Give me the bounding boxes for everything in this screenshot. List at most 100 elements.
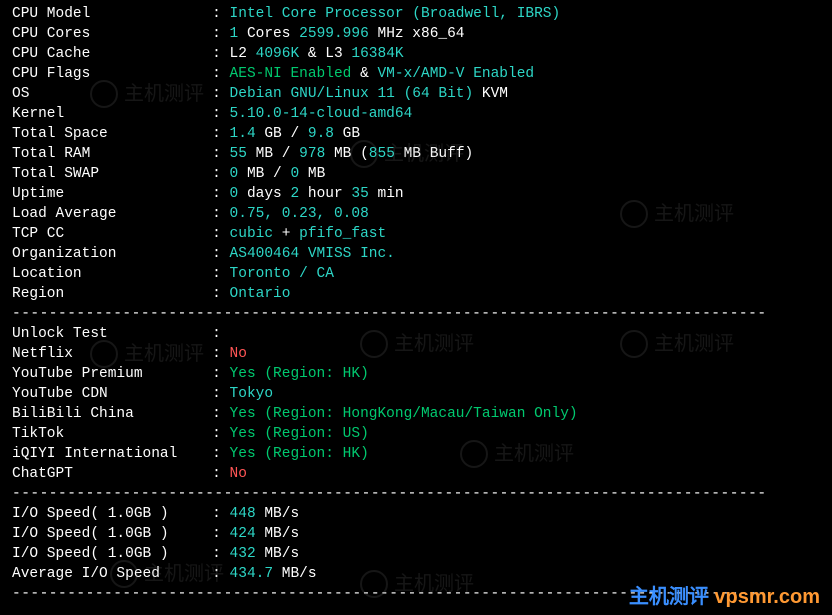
field-value: 0 (290, 164, 299, 184)
unlock-row: TikTok : Yes (Region: US) (12, 424, 820, 444)
field-value: 855 (369, 144, 395, 164)
field-value: GB (334, 124, 360, 144)
sysinfo-row: CPU Cores : 1 Cores 2599.996 MHz x86_64 (12, 24, 820, 44)
colon: : (212, 504, 229, 524)
field-value: Ontario (230, 284, 291, 304)
colon: : (212, 204, 229, 224)
field-value: Toronto / CA (230, 264, 334, 284)
field-value: AS400464 VMISS Inc. (230, 244, 395, 264)
field-value: 35 (351, 184, 368, 204)
field-label: TCP CC (12, 224, 212, 244)
field-value: MB Buff) (395, 144, 473, 164)
field-value: MB / (238, 164, 290, 184)
field-value: Cores (238, 24, 299, 44)
field-value: 16384K (351, 44, 403, 64)
field-value: 0.75, 0.23, 0.08 (230, 204, 369, 224)
field-value: MB/s (256, 504, 300, 524)
field-value: Yes (Region: HongKong/Macau/Taiwan Only) (230, 404, 578, 424)
field-value: MB/s (256, 544, 300, 564)
field-label: Region (12, 284, 212, 304)
unlock-row: Netflix : No (12, 344, 820, 364)
field-value: & (351, 64, 377, 84)
field-label: Uptime (12, 184, 212, 204)
field-label: CPU Cache (12, 44, 212, 64)
unlock-header-row: Unlock Test : (12, 324, 820, 344)
colon: : (212, 144, 229, 164)
field-value: AES-NI Enabled (230, 64, 352, 84)
colon: : (212, 184, 229, 204)
field-value: MB ( (325, 144, 369, 164)
colon: : (212, 404, 229, 424)
sysinfo-row: OS : Debian GNU/Linux 11 (64 Bit) KVM (12, 84, 820, 104)
colon: : (212, 324, 229, 344)
field-value: min (369, 184, 404, 204)
sysinfo-row: Total SWAP : 0 MB / 0 MB (12, 164, 820, 184)
colon: : (212, 104, 229, 124)
field-value: pfifo_fast (299, 224, 386, 244)
iospeed-row: I/O Speed( 1.0GB ) : 448 MB/s (12, 504, 820, 524)
field-label: iQIYI International (12, 444, 212, 464)
sysinfo-row: Region : Ontario (12, 284, 820, 304)
watermark-cn: 主机测评 (629, 586, 709, 608)
field-value: L2 (230, 44, 256, 64)
unlock-row: iQIYI International : Yes (Region: HK) (12, 444, 820, 464)
sysinfo-row: Total RAM : 55 MB / 978 MB (855 MB Buff) (12, 144, 820, 164)
field-value: hour (299, 184, 351, 204)
colon: : (212, 284, 229, 304)
field-value: 434.7 (230, 564, 274, 584)
field-value: cubic (230, 224, 274, 244)
colon: : (212, 64, 229, 84)
field-label: I/O Speed( 1.0GB ) (12, 524, 212, 544)
colon: : (212, 344, 229, 364)
field-value: Intel Core Processor (Broadwell, IBRS) (230, 4, 561, 24)
colon: : (212, 444, 229, 464)
watermark: 主机测评 vpsmr.com (629, 587, 820, 607)
field-value: No (230, 344, 247, 364)
field-value: KVM (473, 84, 508, 104)
field-label: Unlock Test (12, 324, 212, 344)
field-label: ChatGPT (12, 464, 212, 484)
field-value: 424 (230, 524, 256, 544)
sysinfo-row: Kernel : 5.10.0-14-cloud-amd64 (12, 104, 820, 124)
field-value: 432 (230, 544, 256, 564)
field-value: 0 (230, 164, 239, 184)
field-value: 55 (230, 144, 247, 164)
field-value: 978 (299, 144, 325, 164)
colon: : (212, 24, 229, 44)
field-value: GB / (256, 124, 308, 144)
field-label: Total Space (12, 124, 212, 144)
field-label: TikTok (12, 424, 212, 444)
field-label: YouTube Premium (12, 364, 212, 384)
field-value: 2599.996 (299, 24, 369, 44)
colon: : (212, 364, 229, 384)
field-value: 2 (290, 184, 299, 204)
section-divider: ----------------------------------------… (12, 484, 820, 504)
field-label: CPU Cores (12, 24, 212, 44)
field-label: Load Average (12, 204, 212, 224)
sysinfo-row: CPU Model : Intel Core Processor (Broadw… (12, 4, 820, 24)
field-value: No (230, 464, 247, 484)
field-value: 0 (230, 184, 239, 204)
colon: : (212, 524, 229, 544)
sysinfo-row: Organization : AS400464 VMISS Inc. (12, 244, 820, 264)
iospeed-row: Average I/O Speed : 434.7 MB/s (12, 564, 820, 584)
field-label: Organization (12, 244, 212, 264)
colon: : (212, 84, 229, 104)
sysinfo-row: Uptime : 0 days 2 hour 35 min (12, 184, 820, 204)
field-value: 9.8 (308, 124, 334, 144)
field-value: Tokyo (230, 384, 274, 404)
field-value: MB (299, 164, 325, 184)
field-value: MHz x86_64 (369, 24, 465, 44)
field-label: Location (12, 264, 212, 284)
section-divider: ----------------------------------------… (12, 304, 820, 324)
colon: : (212, 464, 229, 484)
colon: : (212, 224, 229, 244)
field-value: 1 (230, 24, 239, 44)
field-label: Total SWAP (12, 164, 212, 184)
unlock-row: ChatGPT : No (12, 464, 820, 484)
field-label: Average I/O Speed (12, 564, 212, 584)
field-value: 4096K (256, 44, 300, 64)
field-label: I/O Speed( 1.0GB ) (12, 504, 212, 524)
colon: : (212, 544, 229, 564)
field-value: Yes (Region: US) (230, 424, 369, 444)
